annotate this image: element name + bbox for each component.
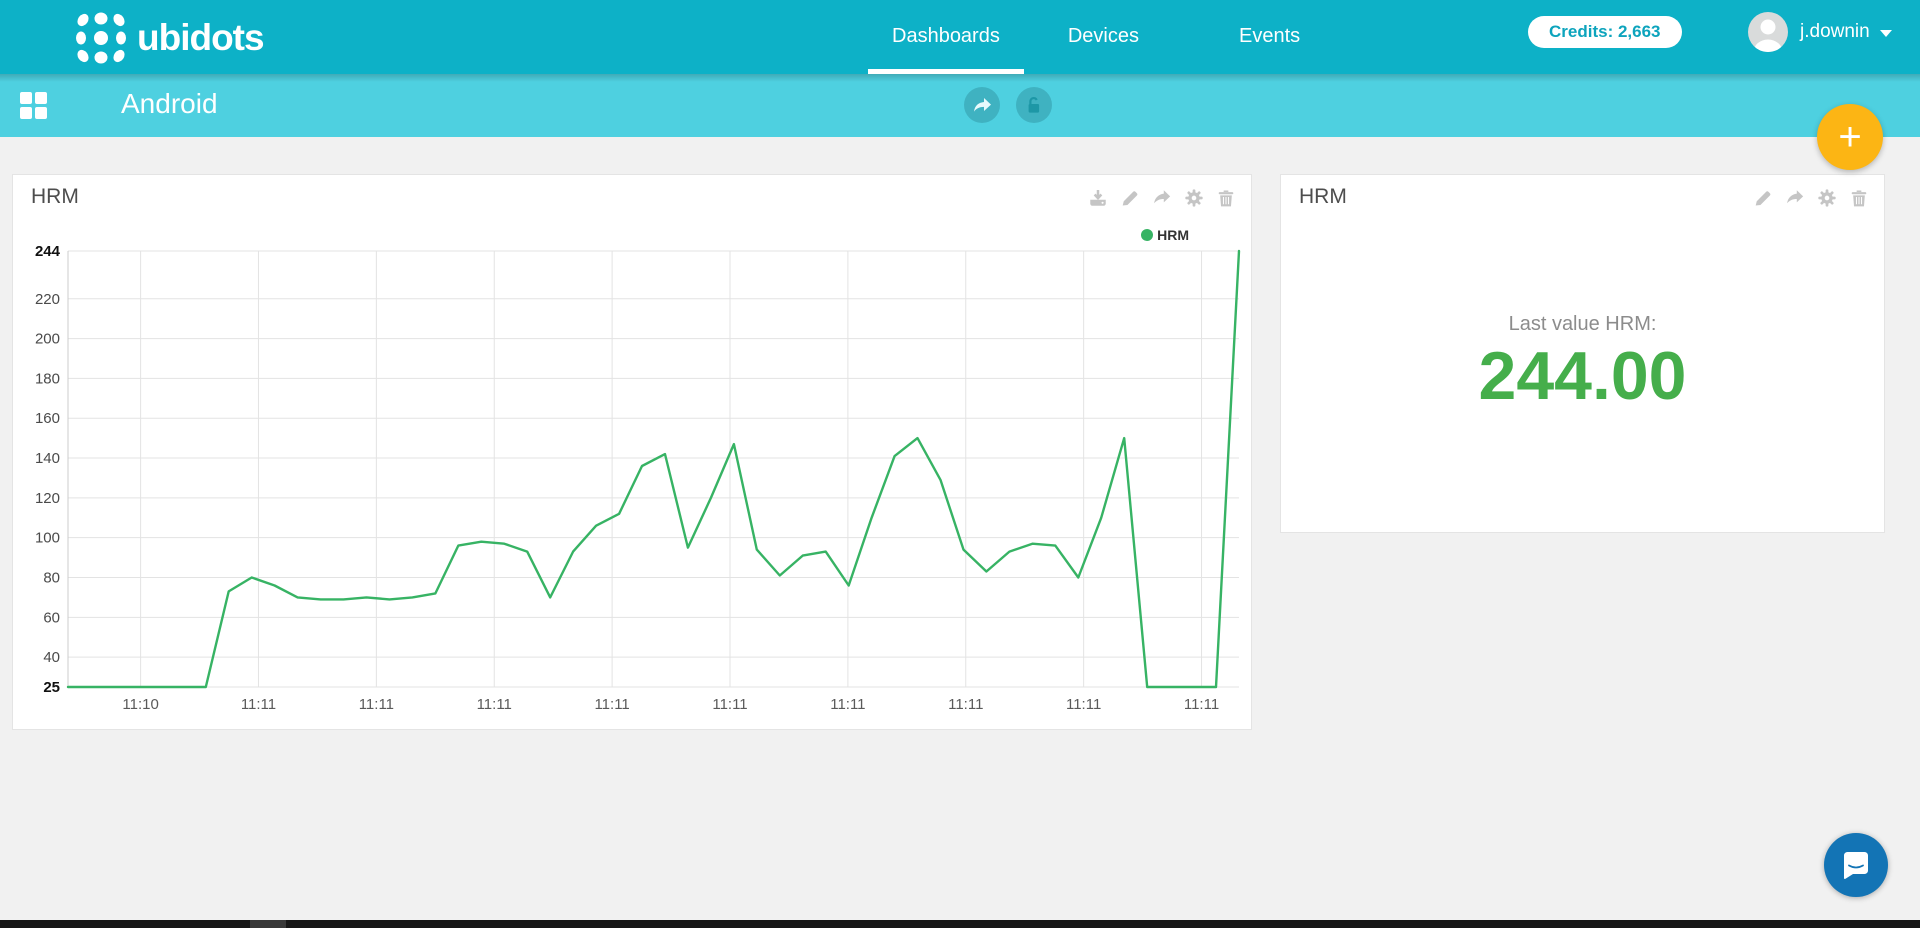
x-axis-tick-label: 11:11: [477, 696, 512, 713]
ubidots-logo[interactable]: ubidots: [74, 12, 264, 64]
chevron-down-icon: [1880, 30, 1892, 37]
x-axis-tick-label: 11:10: [122, 696, 158, 713]
x-axis-tick-label: 11:11: [830, 696, 865, 713]
share-icon[interactable]: [1786, 189, 1804, 207]
x-axis-tick-label: 11:11: [712, 696, 747, 713]
dashboard-subheader: [0, 74, 1920, 137]
y-axis-tick-label: 160: [35, 410, 60, 427]
hrm-last-value-widget: HRM Last value HRM: 244.00: [1280, 174, 1885, 533]
last-value-number: 244.00: [1281, 337, 1884, 415]
y-axis-tick-label: 40: [43, 649, 60, 666]
settings-icon[interactable]: [1818, 189, 1836, 207]
dashboards-grid-icon[interactable]: [20, 92, 46, 118]
x-axis-tick-label: 11:11: [1184, 696, 1219, 713]
nav-tab-dashboards[interactable]: Dashboards: [858, 0, 1034, 74]
username-label: j.downin: [1800, 21, 1870, 43]
x-axis-tick-label: 11:11: [241, 696, 276, 713]
add-widget-button[interactable]: +: [1817, 104, 1883, 170]
avatar: [1748, 12, 1788, 52]
y-axis-tick-label: 180: [35, 370, 60, 387]
bottom-edge-bar: [0, 920, 1920, 928]
hrm-line-chart[interactable]: 11:10 11:11 11:11 11:11 11:11 11:11 11:11 11:11…: [13, 175, 1251, 729]
share-icon: [973, 97, 992, 114]
lock-dashboard-button[interactable]: [1016, 87, 1052, 123]
y-axis-tick-label: 120: [35, 490, 60, 507]
hrm-chart-widget: HRM HRM 11:1011:1111:1111:1111:1111:1111…: [12, 174, 1252, 730]
x-axis-tick-label: 11:11: [594, 696, 629, 713]
logo-wordmark: ubidots: [137, 12, 264, 64]
y-axis-tick-label: 60: [43, 609, 60, 626]
y-axis-tick-label: 140: [35, 450, 60, 467]
y-axis-tick-label: 80: [43, 570, 60, 587]
y-axis-tick-label: 244: [35, 243, 61, 260]
hrm-series-line: [68, 251, 1239, 687]
user-menu[interactable]: j.downin: [1748, 12, 1892, 52]
y-axis-tick-label: 220: [35, 291, 60, 308]
value-widget-toolbar: [1754, 189, 1868, 207]
unlock-icon: [1025, 96, 1043, 115]
top-navbar: ubidots Dashboards Devices Events Credit…: [0, 0, 1920, 74]
nav-tab-devices[interactable]: Devices: [1034, 0, 1173, 74]
main-nav: Dashboards Devices Events: [858, 0, 1334, 74]
edit-icon[interactable]: [1754, 189, 1772, 207]
credits-badge[interactable]: Credits: 2,663: [1528, 16, 1682, 48]
y-axis-tick-label: 100: [35, 530, 60, 547]
y-axis-tick-label: 200: [35, 331, 60, 348]
dashboard-title: Android: [121, 88, 218, 120]
y-axis-tick-label: 25: [43, 679, 60, 696]
x-axis-tick-label: 11:11: [948, 696, 983, 713]
user-silhouette-icon: [1748, 12, 1788, 52]
nav-tab-events[interactable]: Events: [1205, 0, 1334, 74]
chat-launcher-button[interactable]: [1824, 833, 1888, 897]
x-axis-tick-label: 11:11: [359, 696, 394, 713]
widget-title: HRM: [1299, 185, 1347, 209]
ubidots-logo-icon: [74, 12, 128, 64]
delete-icon[interactable]: [1850, 189, 1868, 207]
last-value-label: Last value HRM:: [1281, 313, 1884, 336]
share-dashboard-button[interactable]: [964, 87, 1000, 123]
x-axis-tick-label: 11:11: [1066, 696, 1101, 713]
chat-bubble-icon: [1841, 850, 1871, 880]
